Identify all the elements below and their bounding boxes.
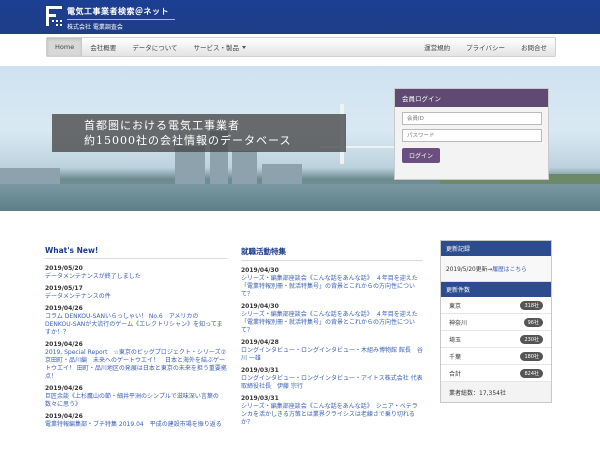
count-badge: 318社 <box>520 300 543 310</box>
hero-banner: 首都圏における電気工事業者 約15000社の会社情報のデータベース <box>52 114 346 152</box>
job-hunting-section: 就職活動特集 2019/04/30 シリーズ・編集部座談会《こんな話をあんな話》… <box>241 246 423 431</box>
news-item: 2019/04/26 コラム DENKOU-SANいらっしゃい！ No.6 アメ… <box>45 305 227 337</box>
update-sidebar: 更新記録 2019/5/20更新→履歴はこちら 更新件数 東京 318社 神奈川… <box>440 240 552 403</box>
nav-home[interactable]: Home <box>47 38 83 56</box>
main-nav: Home 会社概要 データについて サービス・製品 運営規約 プライバシー お問… <box>46 37 556 57</box>
count-label: 合計 <box>449 370 462 378</box>
count-label: 埼玉 <box>449 336 462 344</box>
job-item: 2019/03/31 ロングインタビュー・ロングインタビュー・アイトス株式会社 … <box>241 367 423 391</box>
nav-company[interactable]: 会社概要 <box>82 38 124 56</box>
job-link[interactable]: シリーズ・編集部座談会《こんな話をあんな話》 シニア・ベテランカを活かしきる方策… <box>241 403 423 427</box>
news-date: 2019/04/26 <box>45 305 83 312</box>
news-link[interactable]: コラム DENKOU-SANいらっしゃい！ No.6 アメリカの DENKOU-… <box>45 313 227 337</box>
nav-terms[interactable]: 運営規約 <box>416 38 458 56</box>
total-companies: 業者総数：17,354社 <box>441 382 551 402</box>
news-item: 2019/04/26 電業特報編集部・ブチ特集 2019.04 平成の建設市場を… <box>45 413 227 429</box>
count-row-chiba: 千葉 180社 <box>441 348 551 365</box>
logo-company: 株式会社 電業調査会 <box>67 24 123 31</box>
count-label: 神奈川 <box>449 319 468 327</box>
password-input[interactable] <box>402 129 542 142</box>
news-date: 2019/05/17 <box>45 285 83 292</box>
nav-services-label: サービス・製品 <box>193 44 240 52</box>
count-row-tokyo: 東京 318社 <box>441 297 551 314</box>
site-header: 電気工事業者検索＠ネット 株式会社 電業調査会 <box>0 0 600 34</box>
job-item: 2019/04/28 ロングインタビュー・ロングインタビュー・木組み博物館 館長… <box>241 339 423 363</box>
job-date: 2019/04/30 <box>241 267 279 274</box>
job-item: 2019/04/30 シリーズ・編集部座談会《こんな話をあんな話》 ４年目を迎え… <box>241 303 423 335</box>
news-link[interactable]: データメンテナンスの件 <box>45 293 227 301</box>
job-link[interactable]: ロングインタビュー・ロングインタビュー・木組み博物館 館長 谷川 一雄 <box>241 347 423 363</box>
nav-about-data[interactable]: データについて <box>124 38 185 56</box>
logo-mark-icon <box>46 6 62 26</box>
news-date: 2019/04/26 <box>45 385 83 392</box>
job-link[interactable]: ロングインタビュー・ロングインタビュー・アイトス株式会社 代表取締役社長 伊藤 … <box>241 375 423 391</box>
job-item: 2019/04/30 シリーズ・編集部座談会《こんな話をあんな話》 ４年目を迎え… <box>241 267 423 299</box>
job-link[interactable]: シリーズ・編集部座談会《こんな話をあんな話》 ４年目を迎えた「電業特報別冊・就活… <box>241 311 423 335</box>
news-item: 2019/05/17 データメンテナンスの件 <box>45 285 227 301</box>
history-link[interactable]: 履歴はこちら <box>492 267 527 273</box>
news-link[interactable]: データメンテナンスが終了しました <box>45 273 227 281</box>
count-badge: 824社 <box>520 368 543 378</box>
whats-new-title: What's New! <box>45 246 227 259</box>
job-date: 2019/03/31 <box>241 367 279 374</box>
count-label: 千葉 <box>449 353 462 361</box>
news-date: 2019/04/26 <box>45 341 83 348</box>
news-link[interactable]: 電業特報編集部・ブチ特集 2019.04 平成の建設市場を振り返る <box>45 421 227 429</box>
update-title: 更新記録 <box>441 241 551 256</box>
chevron-down-icon <box>242 45 247 49</box>
news-date: 2019/04/26 <box>45 413 83 420</box>
news-item: 2019/04/26 2019, Special Report ☆東京のビッグプ… <box>45 341 227 381</box>
nav-privacy[interactable]: プライバシー <box>458 38 513 56</box>
login-panel: 会員ログイン ログイン <box>394 88 549 180</box>
job-link[interactable]: シリーズ・編集部座談会《こんな話をあんな話》 ４年目を迎えた「電業特報別冊・就活… <box>241 275 423 299</box>
nav-services[interactable]: サービス・製品 <box>186 38 255 56</box>
news-link[interactable]: 2019, Special Report ☆東京のビッグプロジェクト・シリーズ⑦… <box>45 349 227 381</box>
job-date: 2019/04/30 <box>241 303 279 310</box>
site-logo[interactable]: 電気工事業者検索＠ネット 株式会社 電業調査会 <box>46 6 175 31</box>
hero-line-1: 首都圏における電気工事業者 <box>84 119 240 132</box>
count-badge: 230社 <box>520 334 543 344</box>
nav-contact[interactable]: お問合せ <box>513 38 555 56</box>
count-row-saitama: 埼玉 230社 <box>441 331 551 348</box>
count-badge: 180社 <box>520 351 543 361</box>
hero-line-2: 約15000社の会社情報のデータベース <box>84 134 292 147</box>
count-title: 更新件数 <box>441 282 551 297</box>
job-date: 2019/04/28 <box>241 339 279 346</box>
job-hunting-title: 就職活動特集 <box>241 246 423 261</box>
login-button[interactable]: ログイン <box>402 148 441 163</box>
logo-title: 電気工事業者検索＠ネット <box>67 7 169 16</box>
count-badge: 96社 <box>523 317 543 327</box>
job-date: 2019/03/31 <box>241 395 279 402</box>
update-info: 2019/5/20更新→履歴はこちら <box>441 256 551 282</box>
login-title: 会員ログイン <box>395 89 548 107</box>
count-row-total: 合計 824社 <box>441 365 551 382</box>
news-item: 2019/05/20 データメンテナンスが終了しました <box>45 265 227 281</box>
count-row-kanagawa: 神奈川 96社 <box>441 314 551 331</box>
job-item: 2019/03/31 シリーズ・編集部座談会《こんな話をあんな話》 シニア・ベテ… <box>241 395 423 427</box>
news-link[interactable]: 巨匠余談《上杉鷹山の節・細井平洲のシンプルで滋味深い言葉の数々に思う》 <box>45 393 227 409</box>
count-label: 東京 <box>449 302 462 310</box>
news-date: 2019/05/20 <box>45 265 83 272</box>
update-date: 2019/5/20更新→ <box>446 267 493 273</box>
member-id-input[interactable] <box>402 112 542 125</box>
whats-new-section: What's New! 2019/05/20 データメンテナンスが終了しました … <box>45 246 227 433</box>
news-item: 2019/04/26 巨匠余談《上杉鷹山の節・細井平洲のシンプルで滋味深い言葉の… <box>45 385 227 409</box>
